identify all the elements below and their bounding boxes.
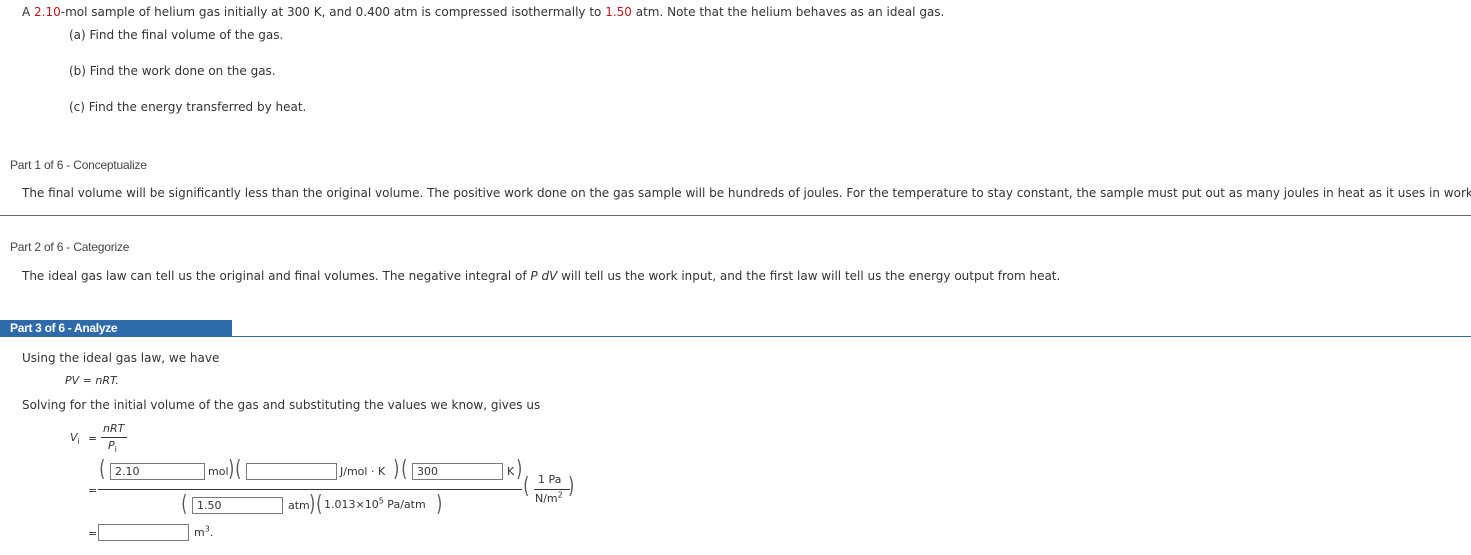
part-2-text: The ideal gas law can tell us the origin… — [22, 269, 1061, 283]
paren-open: ( — [235, 457, 242, 482]
p-dv-math: P dV — [530, 269, 558, 283]
paren-close: ) — [516, 457, 523, 482]
volume-unit: m3. — [194, 524, 214, 539]
moles-input[interactable] — [110, 463, 205, 480]
kelvin-unit: K — [507, 465, 515, 478]
gas-constant-unit: J/mol · K — [340, 465, 386, 478]
part-3-intro: Using the ideal gas law, we have — [22, 351, 220, 365]
active-part-divider — [0, 336, 1471, 337]
formula-fraction-line — [101, 437, 127, 438]
part-2-heading[interactable]: Part 2 of 6 - Categorize — [10, 240, 129, 254]
paren-open: ( — [99, 457, 106, 482]
paren-close: ) — [436, 492, 443, 517]
given-moles: 2.10 — [34, 5, 61, 19]
paren-open: ( — [181, 492, 188, 517]
problem-statement: A 2.10-mol sample of helium gas initiall… — [22, 5, 945, 19]
atm-to-pa-conversion: 1.013×105 Pa/atm — [324, 496, 426, 511]
equals-sign: = — [88, 432, 98, 445]
paren-close: ) — [393, 457, 400, 482]
ideal-gas-equation: PV = nRT. — [65, 374, 119, 387]
temperature-input[interactable] — [412, 463, 503, 480]
equals-sign: = — [88, 484, 98, 497]
substitution-fraction-line — [98, 489, 522, 490]
question-a: (a) Find the final volume of the gas. — [69, 28, 284, 42]
mol-unit: mol — [208, 465, 229, 478]
formula-denominator: Pi — [108, 439, 117, 455]
pa-fraction-line — [534, 489, 570, 490]
part-3-heading[interactable]: Part 3 of 6 - Analyze — [0, 320, 232, 337]
part-3-solve-text: Solving for the initial volume of the ga… — [22, 398, 541, 412]
formula-numerator: nRT — [103, 422, 125, 435]
vi-label: Vi — [70, 431, 80, 447]
atm-unit: atm — [288, 499, 310, 512]
paren-open: ( — [523, 474, 530, 499]
part-1-text: The final volume will be significantly l… — [22, 186, 1471, 200]
paren-open: ( — [401, 457, 408, 482]
pa-denominator: N/m2 — [535, 490, 563, 505]
initial-volume-answer-input[interactable] — [98, 524, 189, 541]
question-b: (b) Find the work done on the gas. — [69, 64, 276, 78]
given-final-pressure: 1.50 — [605, 5, 632, 19]
paren-open: ( — [316, 492, 323, 517]
final-pressure-input[interactable] — [192, 497, 283, 514]
part-1-heading[interactable]: Part 1 of 6 - Conceptualize — [10, 158, 147, 172]
equals-sign: = — [88, 527, 98, 540]
gas-constant-input[interactable] — [246, 463, 337, 480]
question-c: (c) Find the energy transferred by heat. — [69, 100, 307, 114]
paren-close: ) — [228, 457, 235, 482]
pa-numerator: 1 Pa — [538, 473, 562, 486]
paren-close: ) — [309, 492, 316, 517]
divider — [0, 215, 1471, 216]
paren-close: ) — [568, 474, 575, 499]
